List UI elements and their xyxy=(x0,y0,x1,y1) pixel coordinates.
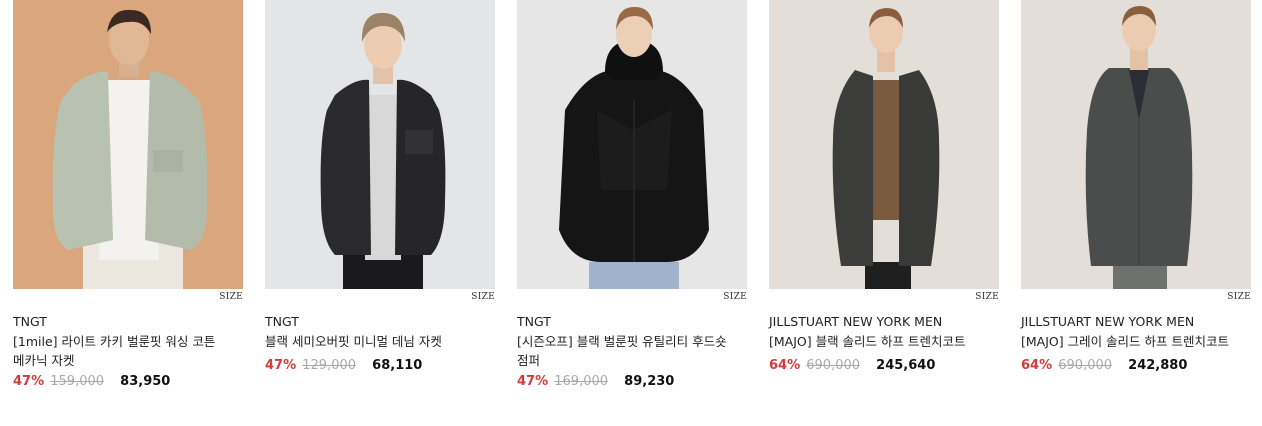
size-label[interactable]: SIZE xyxy=(769,290,999,305)
discount-rate: 47% xyxy=(13,374,45,389)
price-row: 47% 159,000 83,950 xyxy=(13,372,243,392)
original-price: 169,000 xyxy=(554,374,609,389)
brand-name[interactable]: TNGT xyxy=(517,314,747,330)
product-card[interactable]: SIZE JILLSTUART NEW YORK MEN [MAJO] 블랙 솔… xyxy=(769,0,999,392)
product-name[interactable]: 블랙 세미오버핏 미니멀 데님 자켓 xyxy=(265,332,495,351)
sale-price: 83,950 xyxy=(120,374,171,389)
product-name[interactable]: [MAJO] 그레이 솔리드 하프 트렌치코트 xyxy=(1021,332,1251,351)
product-photo xyxy=(517,0,747,289)
size-label[interactable]: SIZE xyxy=(13,290,243,305)
product-name[interactable]: [시즌오프] 블랙 벌룬핏 유틸리티 후드숏 점퍼 xyxy=(517,332,747,370)
product-image[interactable] xyxy=(769,0,999,289)
product-image[interactable] xyxy=(13,0,243,289)
sale-price: 89,230 xyxy=(624,374,675,389)
product-photo xyxy=(769,0,999,289)
brand-name[interactable]: TNGT xyxy=(13,314,243,330)
product-card[interactable]: SIZE JILLSTUART NEW YORK MEN [MAJO] 그레이 … xyxy=(1021,0,1251,392)
product-image[interactable] xyxy=(1021,0,1251,289)
discount-rate: 47% xyxy=(517,374,549,389)
size-label[interactable]: SIZE xyxy=(1021,290,1251,305)
brand-name[interactable]: JILLSTUART NEW YORK MEN xyxy=(1021,314,1251,330)
product-image[interactable] xyxy=(265,0,495,289)
price-row: 64% 690,000 242,880 xyxy=(1021,356,1251,376)
sale-price: 245,640 xyxy=(876,358,936,373)
size-label[interactable]: SIZE xyxy=(517,290,747,305)
product-photo xyxy=(13,0,243,289)
original-price: 690,000 xyxy=(806,358,861,373)
product-photo xyxy=(265,0,495,289)
product-card[interactable]: SIZE TNGT 블랙 세미오버핏 미니멀 데님 자켓 47% 129,000… xyxy=(265,0,495,392)
discount-rate: 64% xyxy=(769,358,801,373)
product-photo xyxy=(1021,0,1251,289)
brand-name[interactable]: JILLSTUART NEW YORK MEN xyxy=(769,314,999,330)
sale-price: 242,880 xyxy=(1128,358,1188,373)
product-card[interactable]: SIZE TNGT [1mile] 라이트 카키 벌룬핏 워싱 코튼 메카닉 자… xyxy=(13,0,243,392)
size-label[interactable]: SIZE xyxy=(265,290,495,305)
original-price: 129,000 xyxy=(302,358,357,373)
discount-rate: 64% xyxy=(1021,358,1053,373)
brand-name[interactable]: TNGT xyxy=(265,314,495,330)
product-card[interactable]: SIZE TNGT [시즌오프] 블랙 벌룬핏 유틸리티 후드숏 점퍼 47% … xyxy=(517,0,747,392)
original-price: 690,000 xyxy=(1058,358,1113,373)
product-list: SIZE TNGT [1mile] 라이트 카키 벌룬핏 워싱 코튼 메카닉 자… xyxy=(13,0,1251,392)
sale-price: 68,110 xyxy=(372,358,423,373)
product-name[interactable]: [1mile] 라이트 카키 벌룬핏 워싱 코튼 메카닉 자켓 xyxy=(13,332,243,370)
original-price: 159,000 xyxy=(50,374,105,389)
price-row: 47% 169,000 89,230 xyxy=(517,372,747,392)
discount-rate: 47% xyxy=(265,358,297,373)
price-row: 47% 129,000 68,110 xyxy=(265,356,495,376)
price-row: 64% 690,000 245,640 xyxy=(769,356,999,376)
product-image[interactable] xyxy=(517,0,747,289)
product-name[interactable]: [MAJO] 블랙 솔리드 하프 트렌치코트 xyxy=(769,332,999,351)
